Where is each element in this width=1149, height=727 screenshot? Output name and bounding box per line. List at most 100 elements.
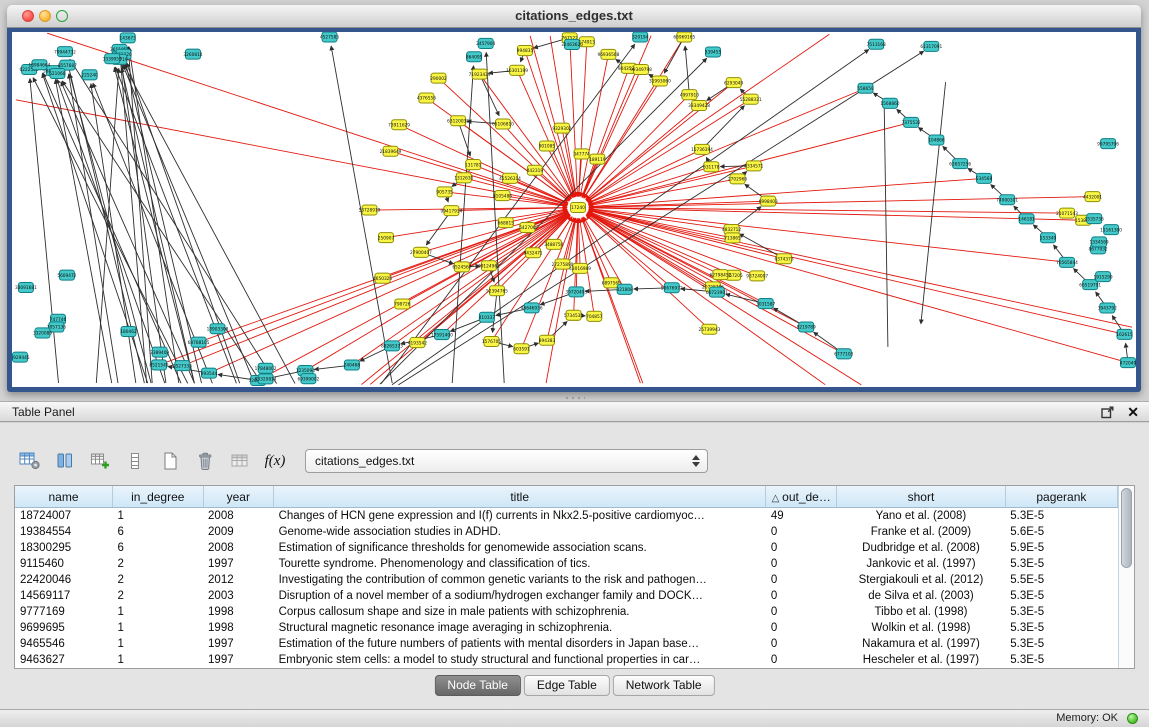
cell-year[interactable]: 1998 — [203, 604, 274, 620]
cell-title[interactable]: Embryonic stem cells: a model to study s… — [274, 652, 766, 668]
cell-name[interactable]: 19384554 — [15, 524, 113, 540]
column-header-pagerank[interactable]: pagerank — [1005, 486, 1117, 508]
cell-title[interactable]: Tourette syndrome. Phenomenology and cla… — [274, 556, 766, 572]
cell-short[interactable]: Stergiakouli et al. (2012) — [837, 572, 1006, 588]
cell-out_degree[interactable]: 0 — [766, 620, 837, 636]
cell-name[interactable]: 18724007 — [15, 508, 113, 525]
cell-short[interactable]: de Silva et al. (2003) — [837, 588, 1006, 604]
cell-in_degree[interactable]: 2 — [113, 556, 204, 572]
function-builder-icon[interactable]: f(x) — [261, 448, 289, 474]
cell-pagerank[interactable]: 5.3E-5 — [1005, 508, 1117, 525]
table-row[interactable]: 977716911998Corpus callosum shape and si… — [15, 604, 1118, 620]
tab-node-table[interactable]: Node Table — [434, 675, 521, 696]
table-settings-icon[interactable] — [16, 448, 44, 474]
cell-out_degree[interactable]: 0 — [766, 588, 837, 604]
cell-in_degree[interactable]: 6 — [113, 540, 204, 556]
cell-year[interactable]: 1997 — [203, 556, 274, 572]
column-chooser-icon[interactable] — [51, 448, 79, 474]
cell-short[interactable]: Yano et al. (2008) — [837, 508, 1006, 525]
cell-pagerank[interactable]: 5.3E-5 — [1005, 620, 1117, 636]
window-titlebar[interactable]: citations_edges.txt — [7, 5, 1141, 28]
cell-pagerank[interactable]: 5.3E-5 — [1005, 636, 1117, 652]
float-panel-icon[interactable] — [1101, 406, 1114, 419]
cell-year[interactable]: 2009 — [203, 524, 274, 540]
cell-name[interactable]: 9463627 — [15, 652, 113, 668]
cell-in_degree[interactable]: 1 — [113, 652, 204, 668]
cell-year[interactable]: 2008 — [203, 508, 274, 525]
cell-name[interactable]: 18300295 — [15, 540, 113, 556]
cell-title[interactable]: Investigating the contribution of common… — [274, 572, 766, 588]
cell-title[interactable]: Corpus callosum shape and size in male p… — [274, 604, 766, 620]
table-row[interactable]: 1938455462009Genome-wide association stu… — [15, 524, 1118, 540]
cell-short[interactable]: Hescheler et al. (1997) — [837, 652, 1006, 668]
cell-out_degree[interactable]: 0 — [766, 524, 837, 540]
table-row[interactable]: 1456911722003Disruption of a novel membe… — [15, 588, 1118, 604]
cell-out_degree[interactable]: 0 — [766, 556, 837, 572]
cell-pagerank[interactable]: 5.6E-5 — [1005, 524, 1117, 540]
cell-short[interactable]: Tibbo et al. (1998) — [837, 604, 1006, 620]
cell-year[interactable]: 2008 — [203, 540, 274, 556]
cell-name[interactable]: 9699695 — [15, 620, 113, 636]
row-height-icon[interactable] — [121, 448, 149, 474]
window-close-button[interactable] — [22, 10, 34, 22]
cell-year[interactable]: 1997 — [203, 636, 274, 652]
cell-out_degree[interactable]: 49 — [766, 508, 837, 525]
column-header-title[interactable]: title — [274, 486, 766, 508]
cell-name[interactable]: 14569117 — [15, 588, 113, 604]
cell-short[interactable]: Jankovic et al. (1997) — [837, 556, 1006, 572]
divider-grip[interactable] — [563, 394, 585, 400]
cell-name[interactable]: 9115460 — [15, 556, 113, 572]
cell-year[interactable]: 1997 — [203, 652, 274, 668]
delete-table-icon[interactable] — [191, 448, 219, 474]
column-header-year[interactable]: year — [203, 486, 274, 508]
cell-pagerank[interactable]: 5.5E-5 — [1005, 572, 1117, 588]
column-header-in_degree[interactable]: in_degree — [113, 486, 204, 508]
cell-out_degree[interactable]: 0 — [766, 652, 837, 668]
cell-name[interactable]: 9777169 — [15, 604, 113, 620]
cell-title[interactable]: Estimation of significance thresholds fo… — [274, 540, 766, 556]
import-table-icon[interactable] — [226, 448, 254, 474]
cell-in_degree[interactable]: 1 — [113, 508, 204, 525]
cell-short[interactable]: Nakamura et al. (1997) — [837, 636, 1006, 652]
cell-year[interactable]: 2003 — [203, 588, 274, 604]
column-header-out_degree[interactable]: △ out_de… — [766, 486, 837, 508]
cell-in_degree[interactable]: 6 — [113, 524, 204, 540]
tab-network-table[interactable]: Network Table — [613, 675, 715, 696]
cell-title[interactable]: Genome-wide association studies in ADHD. — [274, 524, 766, 540]
cell-name[interactable]: 22420046 — [15, 572, 113, 588]
table-row[interactable]: 946362711997Embryonic stem cells: a mode… — [15, 652, 1118, 668]
cell-pagerank[interactable]: 5.3E-5 — [1005, 604, 1117, 620]
cell-pagerank[interactable]: 5.3E-5 — [1005, 652, 1117, 668]
cell-short[interactable]: Wolkin et al. (1998) — [837, 620, 1006, 636]
cell-short[interactable]: Dudbridge et al. (2008) — [837, 540, 1006, 556]
cell-in_degree[interactable]: 1 — [113, 636, 204, 652]
table-row[interactable]: 946554611997Estimation of the future num… — [15, 636, 1118, 652]
cell-pagerank[interactable]: 5.3E-5 — [1005, 556, 1117, 572]
cell-title[interactable]: Disruption of a novel member of a sodium… — [274, 588, 766, 604]
column-header-name[interactable]: name — [15, 486, 113, 508]
cell-in_degree[interactable]: 1 — [113, 604, 204, 620]
edit-table-icon[interactable] — [86, 448, 114, 474]
cell-in_degree[interactable]: 2 — [113, 588, 204, 604]
table-selector-dropdown[interactable]: citations_edges.txt — [305, 449, 708, 473]
table-row[interactable]: 969969511998Structural magnetic resonanc… — [15, 620, 1118, 636]
table-row[interactable]: 911546021997Tourette syndrome. Phenomeno… — [15, 556, 1118, 572]
table-row[interactable]: 2242004622012Investigating the contribut… — [15, 572, 1118, 588]
cell-pagerank[interactable]: 5.3E-5 — [1005, 588, 1117, 604]
cell-title[interactable]: Structural magnetic resonance image aver… — [274, 620, 766, 636]
window-minimize-button[interactable] — [39, 10, 51, 22]
cell-out_degree[interactable]: 0 — [766, 636, 837, 652]
scrollbar-thumb[interactable] — [1121, 488, 1132, 568]
close-panel-icon[interactable]: ✕ — [1127, 404, 1139, 420]
window-zoom-button[interactable] — [56, 10, 68, 22]
cell-in_degree[interactable]: 2 — [113, 572, 204, 588]
cell-out_degree[interactable]: 0 — [766, 604, 837, 620]
cell-title[interactable]: Changes of HCN gene expression and I(f) … — [274, 508, 766, 525]
cell-out_degree[interactable]: 0 — [766, 540, 837, 556]
tab-edge-table[interactable]: Edge Table — [524, 675, 610, 696]
cell-out_degree[interactable]: 0 — [766, 572, 837, 588]
cell-in_degree[interactable]: 1 — [113, 620, 204, 636]
column-header-short[interactable]: short — [837, 486, 1006, 508]
table-row[interactable]: 1872400712008Changes of HCN gene express… — [15, 508, 1118, 525]
new-table-icon[interactable] — [156, 448, 184, 474]
